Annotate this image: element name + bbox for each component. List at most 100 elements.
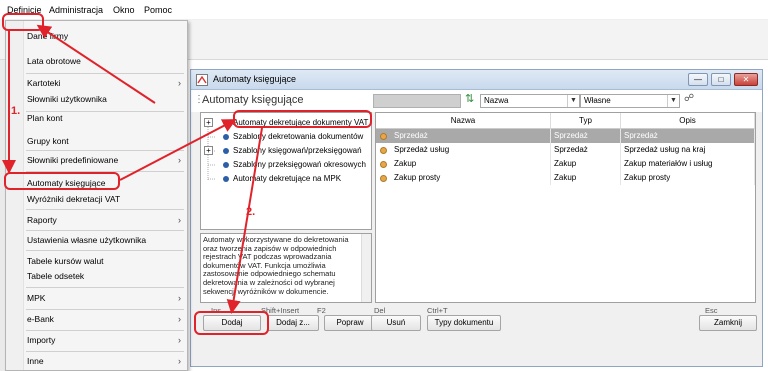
definicje-menu: Dane firmy Lata obrotowe Kartoteki › Słow… bbox=[5, 20, 188, 371]
minimize-icon: — bbox=[694, 75, 702, 84]
menu-item-mpk[interactable]: MPK › bbox=[6, 290, 187, 306]
menu-item-lata-obrotowe[interactable]: Lata obrotowe bbox=[6, 53, 187, 69]
cell-typ: Zakup bbox=[551, 157, 621, 171]
sort-field-select[interactable]: Nazwa ▼ bbox=[480, 94, 580, 108]
cell-opis: Zakup prosty bbox=[621, 171, 755, 185]
menu-item-wyrozniki-dekretacji-vat[interactable]: Wyróżniki dekretacji VAT bbox=[6, 191, 187, 207]
menu-pomoc[interactable]: Pomoc bbox=[141, 3, 175, 17]
tree-node[interactable]: Szablony dekretowania dokumentów bbox=[201, 130, 371, 144]
cell-opis: Sprzedaż usług na kraj bbox=[621, 143, 755, 157]
menu-item-label: e-Bank bbox=[27, 314, 54, 324]
menu-separator bbox=[26, 309, 184, 310]
cell-nazwa: Zakup prosty bbox=[391, 171, 551, 185]
menu-item-e-bank[interactable]: e-Bank › bbox=[6, 311, 187, 327]
menu-item-label: Kartoteki bbox=[27, 78, 61, 88]
window-header-row: ⋮ Automaty księgujące ⇅ Nazwa ▼ Własne ▼… bbox=[191, 90, 762, 112]
search-box[interactable] bbox=[373, 94, 461, 108]
row-status-icon bbox=[380, 133, 387, 140]
menu-item-kartoteki[interactable]: Kartoteki › bbox=[6, 75, 187, 91]
window-app-icon bbox=[196, 74, 208, 86]
window-titlebar: Automaty księgujące — □ ✕ bbox=[191, 70, 762, 90]
edit-button[interactable]: Popraw bbox=[324, 315, 376, 331]
cell-typ: Zakup bbox=[551, 171, 621, 185]
tree-node-label: Szablony przeksięgowań okresowych bbox=[233, 160, 366, 169]
menu-item-label: MPK bbox=[27, 293, 46, 303]
annotation-step-2: 2. bbox=[246, 206, 256, 218]
doc-types-button[interactable]: Typy dokumentu bbox=[427, 315, 501, 331]
add-copy-button[interactable]: Dodaj z... bbox=[267, 315, 319, 331]
expand-icon[interactable]: + bbox=[204, 118, 213, 127]
submenu-arrow-icon: › bbox=[178, 356, 181, 366]
menu-item-label: Plan kont bbox=[27, 113, 63, 123]
row-status-icon bbox=[380, 147, 387, 154]
menu-separator bbox=[26, 73, 184, 74]
window-title-text: Automaty księgujące bbox=[213, 74, 297, 84]
tree-node-icon bbox=[223, 176, 229, 182]
annotation-step-1: 1. bbox=[11, 105, 21, 117]
description-text: Automaty wykorzystywane do dekretowania … bbox=[203, 235, 349, 296]
cell-opis: Zakup materiałów i usług bbox=[621, 157, 755, 171]
menu-item-tabele-kursow-walut[interactable]: Tabele kursów walut bbox=[6, 253, 187, 269]
table-row[interactable]: Sprzedaż usług Sprzedaż Sprzedaż usług n… bbox=[376, 143, 755, 157]
table-row[interactable]: Zakup Zakup Zakup materiałów i usług bbox=[376, 157, 755, 171]
menu-item-plan-kont[interactable]: Plan kont bbox=[6, 110, 187, 126]
menu-item-ustawienia-wlasne[interactable]: Ustawienia własne użytkownika bbox=[6, 232, 187, 248]
filter-value: Własne bbox=[584, 96, 611, 105]
menu-administracja[interactable]: Administracja bbox=[46, 3, 106, 17]
menu-separator bbox=[26, 330, 184, 331]
expand-icon[interactable]: + bbox=[204, 146, 213, 155]
menu-item-label: Raporty bbox=[27, 215, 57, 225]
tree-node-icon bbox=[223, 162, 229, 168]
menu-bar: Definicje Administracja Okno Pomoc bbox=[0, 0, 768, 20]
menu-item-slowniki-predefiniowane[interactable]: Słowniki predefiniowane › bbox=[6, 152, 187, 168]
delete-button[interactable]: Usuń bbox=[371, 315, 421, 331]
sort-field-value: Nazwa bbox=[484, 96, 509, 105]
description-scrollbar[interactable] bbox=[361, 234, 371, 302]
column-header-opis[interactable]: Opis bbox=[621, 113, 755, 129]
cell-nazwa: Zakup bbox=[391, 157, 551, 171]
row-status-icon bbox=[380, 175, 387, 182]
submenu-arrow-icon: › bbox=[178, 215, 181, 225]
tree-node[interactable]: Szablony przeksięgowań okresowych bbox=[201, 158, 371, 172]
menu-item-slowniki-uzytkownika[interactable]: Słowniki użytkownika bbox=[6, 91, 187, 107]
menu-item-grupy-kont[interactable]: Grupy kont bbox=[6, 133, 187, 149]
filter-icon[interactable]: ☍ bbox=[684, 93, 694, 104]
menu-item-label: Tabele kursów walut bbox=[27, 256, 104, 266]
maximize-icon: □ bbox=[718, 75, 724, 84]
cell-typ: Sprzedaż bbox=[551, 129, 621, 143]
minimize-button[interactable]: — bbox=[688, 73, 708, 86]
menu-item-raporty[interactable]: Raporty › bbox=[6, 212, 187, 228]
menu-item-label: Inne bbox=[27, 356, 44, 366]
table-row[interactable]: Sprzedaż Sprzedaż Sprzedaż bbox=[376, 129, 755, 143]
sort-order-icon[interactable]: ⇅ bbox=[465, 92, 474, 105]
close-icon: ✕ bbox=[742, 75, 750, 84]
tree-node-icon bbox=[223, 148, 229, 154]
menu-item-tabele-odsetek[interactable]: Tabele odsetek bbox=[6, 268, 187, 284]
annotation-highlight-tree-node bbox=[233, 110, 372, 128]
page-title: Automaty księgujące bbox=[202, 94, 304, 106]
submenu-arrow-icon: › bbox=[178, 293, 181, 303]
column-header-typ[interactable]: Typ bbox=[551, 113, 621, 129]
menu-item-label: Słowniki użytkownika bbox=[27, 94, 107, 104]
tree-node[interactable]: Automaty dekretujące na MPK bbox=[201, 172, 371, 186]
filter-select[interactable]: Własne ▼ bbox=[580, 94, 680, 108]
menu-item-importy[interactable]: Importy › bbox=[6, 332, 187, 348]
menu-item-inne[interactable]: Inne › bbox=[6, 353, 187, 369]
chevron-down-icon: ▼ bbox=[567, 95, 579, 107]
close-window-button[interactable]: ✕ bbox=[734, 73, 758, 86]
cell-nazwa: Sprzedaż bbox=[391, 129, 551, 143]
description-box: Automaty wykorzystywane do dekretowania … bbox=[200, 233, 372, 303]
row-status-icon bbox=[380, 161, 387, 168]
submenu-arrow-icon: › bbox=[178, 314, 181, 324]
table-row[interactable]: Zakup prosty Zakup Zakup prosty bbox=[376, 171, 755, 185]
menu-okno[interactable]: Okno bbox=[110, 3, 138, 17]
annotation-highlight-automaty bbox=[4, 172, 120, 190]
annotation-highlight-add bbox=[194, 311, 269, 335]
cell-typ: Sprzedaż bbox=[551, 143, 621, 157]
cell-nazwa: Sprzedaż usług bbox=[391, 143, 551, 157]
shortcut-edit: F2 bbox=[317, 306, 326, 315]
column-header-nazwa[interactable]: Nazwa bbox=[376, 113, 551, 129]
close-button[interactable]: Zamknij bbox=[699, 315, 757, 331]
maximize-button[interactable]: □ bbox=[711, 73, 731, 86]
tree-node[interactable]: + Szablony księgowań/przeksięgowań bbox=[201, 144, 371, 158]
